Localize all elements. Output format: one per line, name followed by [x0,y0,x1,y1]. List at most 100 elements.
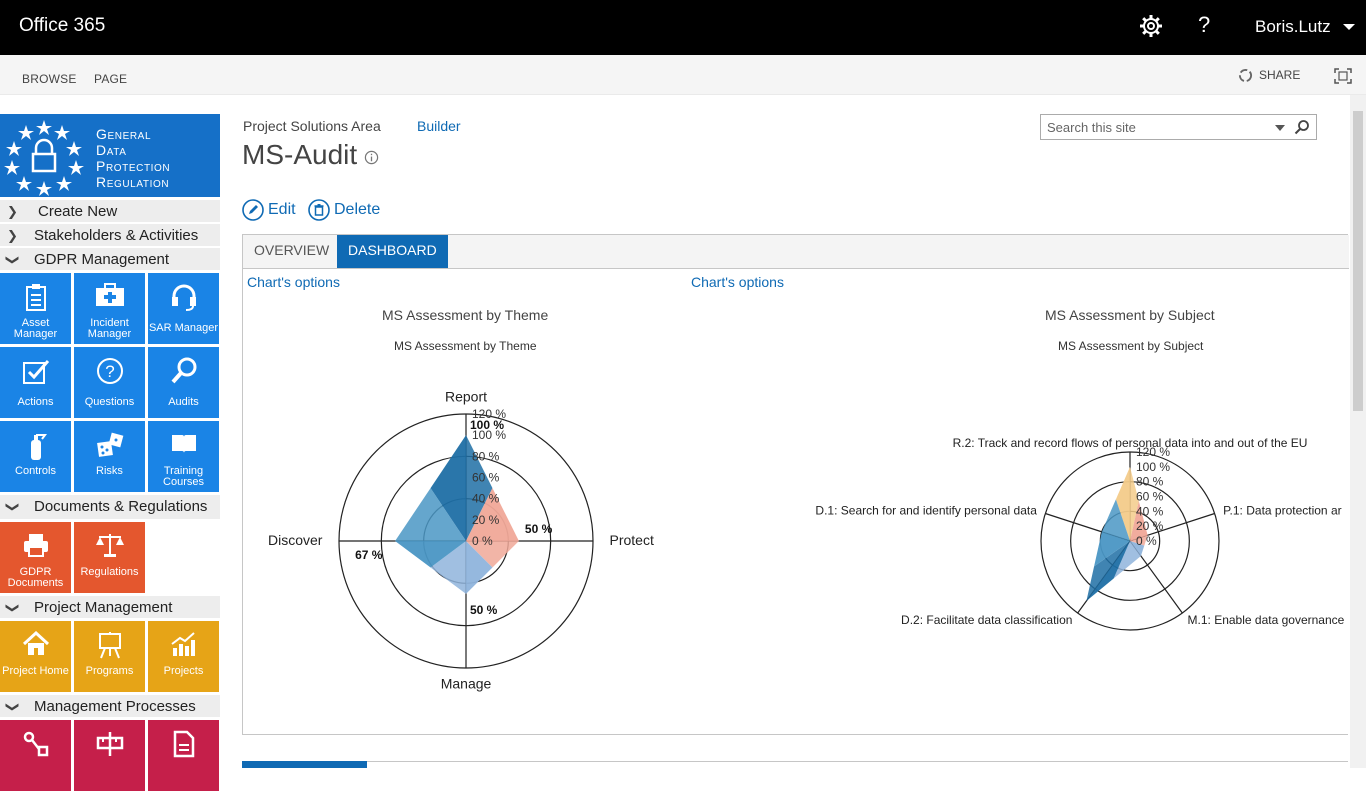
share-button[interactable]: SHARE [1238,68,1300,83]
axis-label: D.2: Facilitate data classification [901,613,1072,627]
tile-label: Questions [84,396,135,408]
tile-regulations[interactable]: Regulations [74,522,145,593]
chart-options-link-2[interactable]: Chart's options [691,274,784,290]
tick-label: 60 % [1136,490,1164,504]
tile-training-courses[interactable]: Training Courses [148,421,219,492]
axis-label: Protect [610,532,654,548]
axis-label: Manage [441,676,492,692]
axis-label: D.1: Search for and identify personal da… [815,504,1037,518]
tile-controls[interactable]: Controls [0,421,71,492]
radar-chart-theme: 0 %20 %40 %60 %80 %100 %120 %ReportProte… [268,388,654,692]
user-menu-caret-icon[interactable] [1343,24,1355,30]
tile-label: Audits [168,396,199,408]
nav-documents-regulations[interactable]: ❯ Documents & Regulations [0,495,220,521]
delete-label: Delete [334,201,381,219]
tile-audits[interactable]: Audits [148,347,219,418]
ribbon-tab-page[interactable]: PAGE [94,72,127,86]
checkbox-icon [22,360,49,384]
tile-incident-manager[interactable]: Incident Manager [74,273,145,344]
tile-sar-manager[interactable]: SAR Manager [148,273,219,344]
tab-dashboard[interactable]: DASHBOARD [337,235,448,268]
search-icon[interactable] [1294,119,1310,135]
nav-gdpr-management[interactable]: ❯ GDPR Management [0,248,220,272]
data-label: 50 % [470,603,498,617]
axis-label: Report [445,388,487,404]
tile-gdpr-documents[interactable]: GDPR Documents [0,522,71,593]
tick-label: 80 % [1136,475,1164,489]
breadcrumb-site[interactable]: Project Solutions Area [243,118,381,134]
ribbon: BROWSE PAGE SHARE [0,55,1366,95]
search-box [1040,114,1317,140]
tick-label: 40 % [472,492,500,506]
axis-label: R.2: Track and record flows of personal … [953,436,1308,450]
tile-process-3[interactable] [148,720,219,791]
edit-button[interactable]: Edit [242,199,296,221]
tile-label: Manager [87,328,132,340]
office-365-brand[interactable]: Office 365 [19,15,105,37]
chart-options-link-1[interactable]: Chart's options [247,274,340,290]
search-scope-dropdown-icon[interactable] [1275,125,1285,131]
home-icon [22,631,49,655]
tile-projects[interactable]: Projects [148,621,219,692]
user-name[interactable]: Boris.Lutz [1255,17,1331,37]
chart-up-icon [170,632,195,656]
tick-label: 100 % [1136,460,1170,474]
tile-questions[interactable]: ? Questions [74,347,145,418]
question-icon: ? [96,358,123,384]
tile-project-home[interactable]: Project Home [0,621,71,692]
nav-create-new[interactable]: ❯ Create New [0,200,220,224]
tile-risks[interactable]: Risks [74,421,145,492]
chevron-down-icon: ❯ [5,701,21,713]
tab-bar: OVERVIEW DASHBOARD [243,235,1349,269]
scrollbar-thumb[interactable] [1353,111,1363,411]
search-input[interactable] [1041,115,1271,139]
tile-label: Project Home [2,665,69,677]
tick-label: 40 % [1136,504,1164,518]
chart-2-title: MS Assessment by Subject [1045,307,1215,323]
tab-overview[interactable]: OVERVIEW [243,235,340,268]
extinguisher-icon [30,434,47,460]
chevron-down-icon: ❯ [5,501,21,513]
share-icon [1238,69,1253,83]
clipboard-icon [25,284,46,311]
tile-actions[interactable]: Actions [0,347,71,418]
trash-icon [308,199,330,221]
tile-programs[interactable]: Programs [74,621,145,692]
tile-label: Projects [163,665,204,677]
tile-asset-manager[interactable]: Asset Manager [0,273,71,344]
workflow-icon [23,731,48,757]
chevron-right-icon: ❯ [7,228,18,243]
share-label: SHARE [1259,68,1301,82]
first-aid-icon [95,283,124,306]
nav-management-processes[interactable]: ❯ Management Processes [0,695,220,719]
focus-on-content-icon[interactable] [1334,68,1352,84]
info-icon[interactable] [364,150,379,165]
printer-icon [23,534,48,557]
left-navigation: General Data Protection Regulation ❯ Cre… [0,114,221,794]
nav-project-management-label: Project Management [34,599,173,616]
tile-process-2[interactable] [74,720,145,791]
edit-label: Edit [268,201,296,219]
gdpr-logo[interactable]: General Data Protection Regulation [0,114,220,197]
headset-icon [171,284,196,311]
logo-line-3: Protection [96,158,171,174]
page-title: MS-Audit [242,139,358,170]
chevron-right-icon: ❯ [7,204,18,219]
ribbon-tab-browse[interactable]: BROWSE [22,72,77,86]
help-icon[interactable]: ? [1198,12,1210,38]
nav-project-management[interactable]: ❯ Project Management [0,596,220,620]
tick-label: 0 % [472,534,493,548]
tile-label: Programs [85,665,134,677]
tile-label: Risks [96,465,123,477]
vertical-scrollbar[interactable] [1350,95,1366,768]
nav-stakeholders[interactable]: ❯ Stakeholders & Activities [0,224,220,248]
breadcrumb-builder-link[interactable]: Builder [417,118,461,134]
delete-button[interactable]: Delete [308,199,380,221]
chart-1-title: MS Assessment by Theme [382,307,549,323]
scale-icon [95,534,124,557]
bottom-panel-edge [242,761,1348,768]
svg-text:?: ? [105,362,114,381]
gear-icon[interactable] [1139,14,1163,38]
tile-process-1[interactable] [0,720,71,791]
logo-line-4: Regulation [96,174,170,190]
